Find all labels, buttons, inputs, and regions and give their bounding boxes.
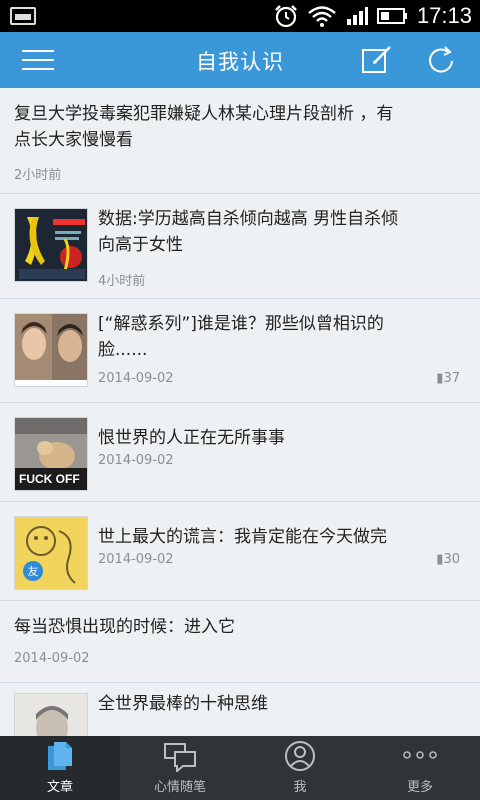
article-thumbnail: FUCK OFF [14,417,88,491]
user-icon [285,741,315,771]
tab-label: 更多 [406,780,433,795]
article-item[interactable]: 复旦大学投毒案犯罪嫌疑人林某心理片段剖析 ，有 点长大家慢慢看 2小时前 [0,88,480,194]
article-thumbnail [14,693,88,736]
document-icon [48,742,72,770]
tab-mood-notes[interactable]: 心情随笔 [120,736,240,800]
signal-icon [346,7,368,25]
view-count: ▮37 [436,371,460,386]
tab-articles[interactable]: 文章 [0,736,120,800]
thumbnail-caption: FUCK OFF [19,472,80,486]
article-time: 2014-09-02 [98,371,174,386]
article-thumbnail [14,208,88,282]
article-title: 每当恐惧出现的时候：进入它 [14,617,235,637]
app-header: 自我认识 [0,32,480,88]
tab-label: 心情随笔 [153,780,206,795]
article-item[interactable]: 每当恐惧出现的时候：进入它 2014-09-02 [0,601,480,683]
article-item[interactable]: 数据:学历越高自杀倾向越高 男性自杀倾 向高于女性 4小时前 [0,194,480,299]
article-title: [“解惑系列”]谁是谁？那些似曾相识的 脸...... [98,314,384,360]
view-count: ▮30 [436,552,460,567]
edit-icon[interactable] [360,44,394,76]
article-time: 2小时前 [14,168,62,183]
article-feed[interactable]: 复旦大学投毒案犯罪嫌疑人林某心理片段剖析 ，有 点长大家慢慢看 2小时前 数据:… [0,88,480,736]
article-time: 2014-09-02 [98,552,174,567]
article-item[interactable]: FUCK OFF 恨世界的人正在无所事事 2014-09-02 [0,403,480,502]
article-item[interactable]: 全世界最棒的十种思维 [0,683,480,736]
refresh-icon[interactable] [424,44,458,76]
chat-icon [164,743,196,772]
article-time: 4小时前 [98,274,146,289]
article-title: 全世界最棒的十种思维 [98,694,268,714]
article-time: 2014-09-02 [98,453,174,468]
article-item[interactable]: [“解惑系列”]谁是谁？那些似曾相识的 脸...... 2014-09-02 ▮… [0,299,480,403]
status-bar: 17:13 [0,0,480,32]
article-title: 恨世界的人正在无所事事 [98,428,285,448]
article-item[interactable]: 友 世上最大的谎言：我肯定能在今天做完 2014-09-02 ▮30 [0,502,480,601]
article-time: 2014-09-02 [14,651,90,666]
wifi-icon [308,6,336,27]
article-title: 世上最大的谎言：我肯定能在今天做完 [98,527,387,547]
tab-me[interactable]: 我 [240,736,360,800]
article-title: 数据:学历越高自杀倾向越高 男性自杀倾 向高于女性 [98,209,399,255]
tab-label: 文章 [46,780,73,795]
tab-more[interactable]: 更多 [360,736,480,800]
article-thumbnail: 友 [14,516,88,590]
article-title: 复旦大学投毒案犯罪嫌疑人林某心理片段剖析 ，有 点长大家慢慢看 [14,104,394,150]
screenshot-icon [10,7,36,25]
status-time: 17:13 [416,3,472,28]
page-title: 自我认识 [196,50,284,74]
article-thumbnail [14,313,88,387]
bottom-tab-bar: 文章 心情随笔 我 更多 [0,736,480,800]
svg-text:友: 友 [28,564,39,578]
more-icon [403,751,437,759]
battery-icon [376,8,407,24]
alarm-icon [275,5,297,28]
tab-label: 我 [293,780,307,795]
